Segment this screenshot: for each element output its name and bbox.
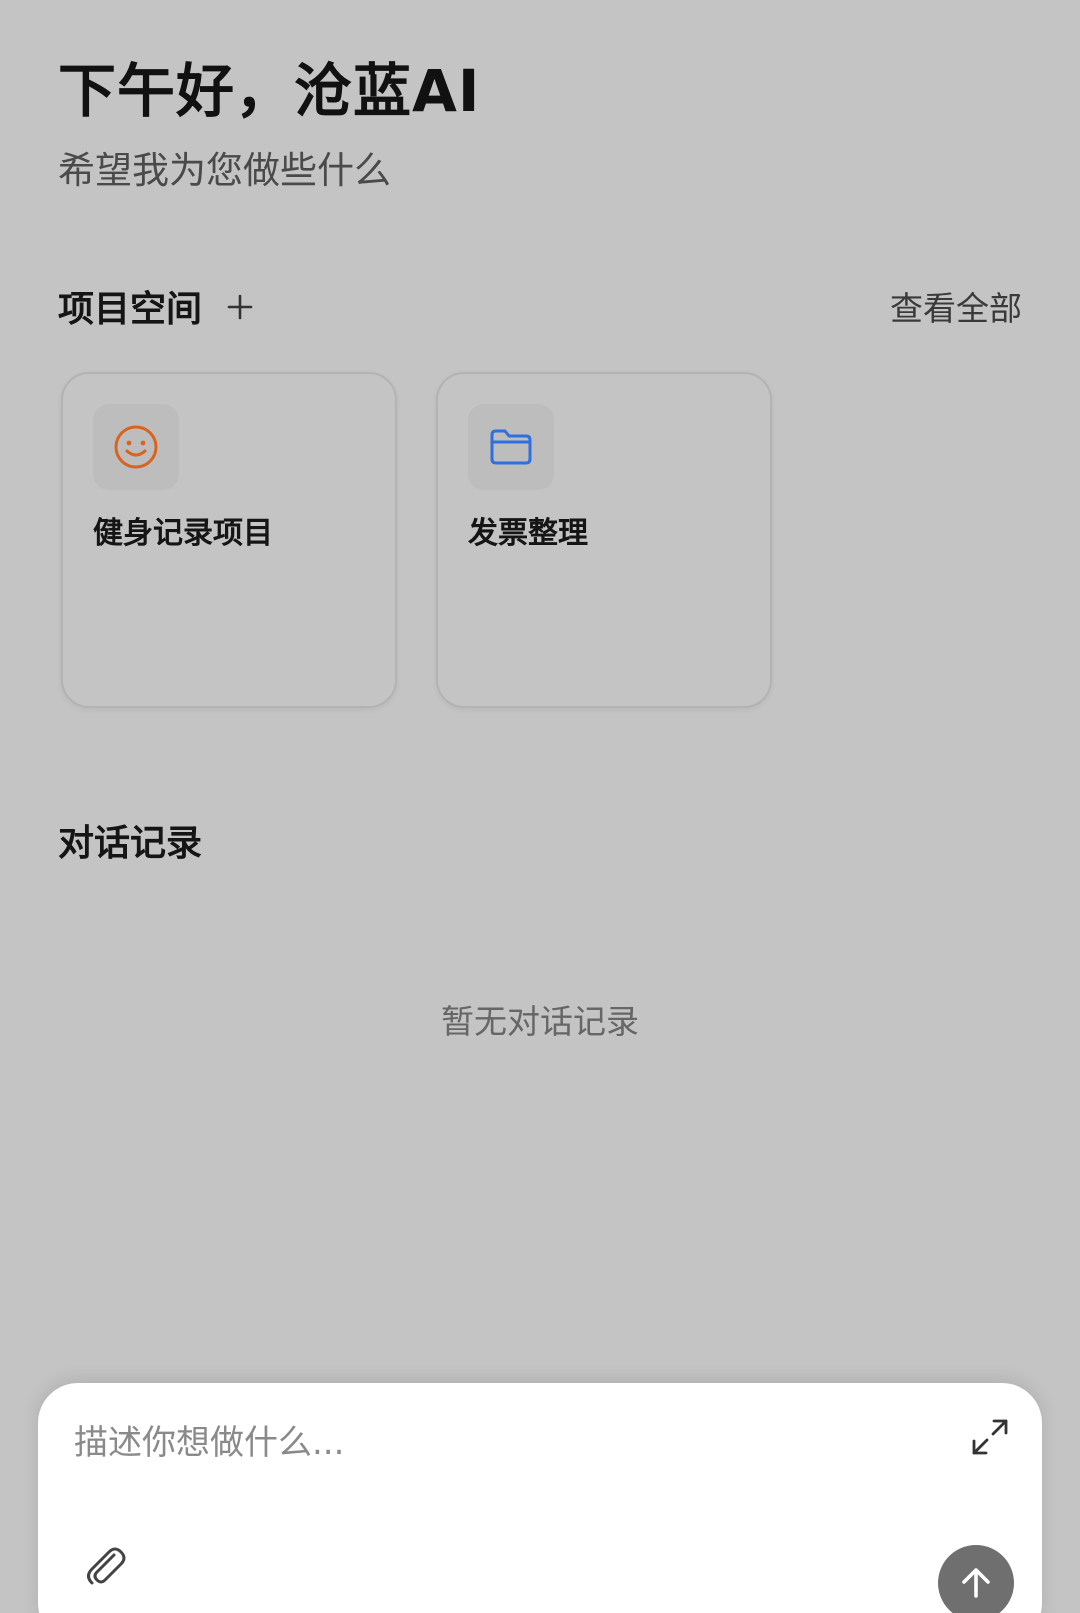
project-card-label: 发票整理 <box>468 516 588 551</box>
history-empty-message: 暂无对话记录 <box>441 1002 639 1041</box>
project-card-invoices[interactable]: 发票整理 <box>436 372 772 708</box>
greeting-subtitle: 希望我为您做些什么 <box>58 149 391 192</box>
send-button[interactable] <box>938 1545 1014 1613</box>
folder-icon <box>490 429 532 465</box>
view-all-link[interactable]: 查看全部 <box>890 282 1022 330</box>
smiley-icon <box>114 425 158 469</box>
projects-header: 项目空间 查看全部 <box>58 280 1022 330</box>
project-card-label: 健身记录项目 <box>93 516 273 551</box>
greeting-title: 下午好，沧蓝AI <box>58 57 481 125</box>
expand-icon <box>972 1419 1008 1455</box>
history-title: 对话记录 <box>58 823 203 864</box>
expand-composer-button[interactable] <box>968 1415 1012 1459</box>
home-screen: 下午好，沧蓝AI 希望我为您做些什么 项目空间 查看全部 健身记录项目 发票整理… <box>0 0 1080 1613</box>
add-project-button[interactable] <box>220 280 260 328</box>
project-card-fitness[interactable]: 健身记录项目 <box>61 372 397 708</box>
plus-icon <box>227 294 253 320</box>
project-icon-tile <box>93 404 179 490</box>
prompt-input[interactable] <box>72 1407 896 1479</box>
arrow-up-icon <box>962 1568 990 1598</box>
project-icon-tile <box>468 404 554 490</box>
attach-file-button[interactable] <box>80 1541 130 1591</box>
chat-composer <box>38 1383 1042 1613</box>
projects-title: 项目空间 <box>58 289 203 330</box>
paperclip-icon <box>87 1547 126 1585</box>
